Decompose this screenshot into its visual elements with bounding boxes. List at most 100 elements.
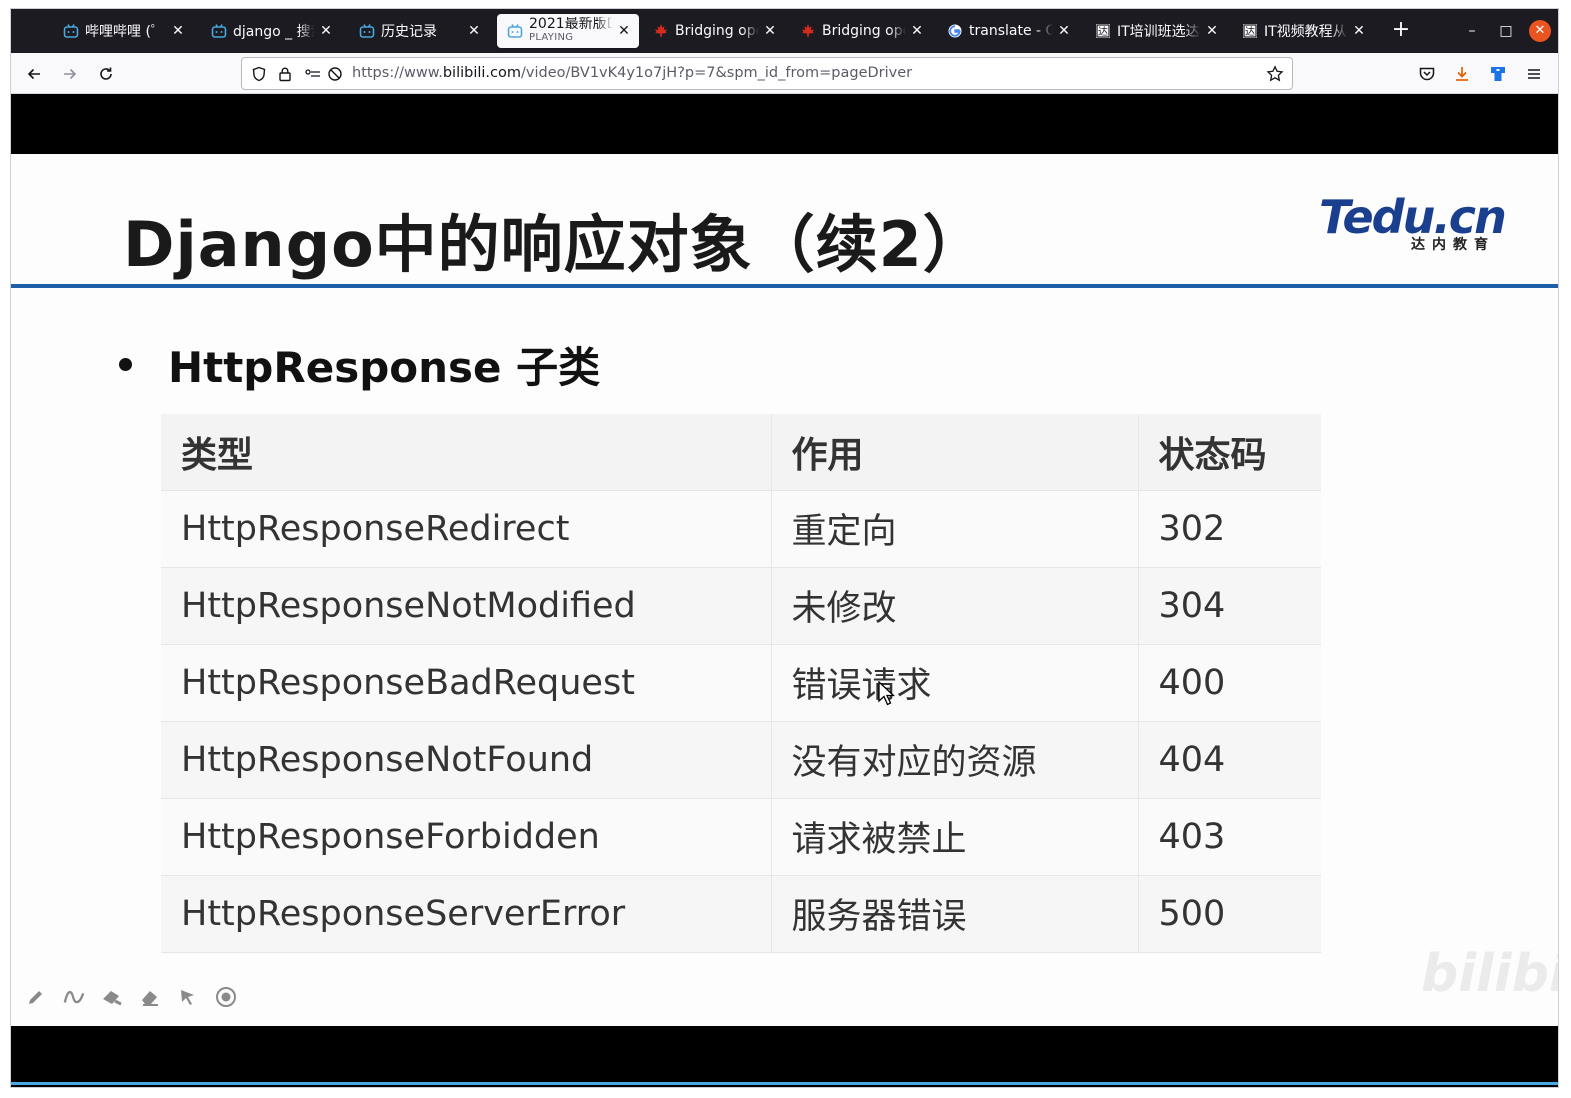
highlighter-icon[interactable] bbox=[101, 986, 123, 1008]
cell-purpose: 未修改 bbox=[770, 567, 1138, 645]
tab-video-playing[interactable]: 2021最新版Dj PLAYING ✕ bbox=[497, 14, 639, 48]
hamburger-menu-icon bbox=[1528, 69, 1540, 79]
table-row: HttpResponseBadRequest 错误请求 400 bbox=[161, 644, 1321, 722]
cell-purpose: 服务器错误 bbox=[770, 875, 1138, 953]
close-icon[interactable]: ✕ bbox=[763, 23, 777, 39]
response-subclass-table: 类型 作用 状态码 HttpResponseRedirect 重定向 302 H… bbox=[161, 414, 1321, 953]
lock-icon[interactable] bbox=[276, 65, 294, 83]
tab-bridging-1[interactable]: Bridging oper ✕ bbox=[643, 14, 785, 48]
title-divider bbox=[11, 284, 1558, 288]
playing-label: PLAYING bbox=[529, 32, 574, 43]
close-icon[interactable]: ✕ bbox=[617, 23, 631, 39]
bullet-dot bbox=[119, 358, 132, 371]
tab-bilibili-home[interactable]: 哔哩哔哩 (゜-゜ ✕ bbox=[53, 14, 193, 48]
annotation-toolbar bbox=[25, 986, 237, 1008]
forward-button[interactable] bbox=[57, 61, 83, 87]
pocket-button[interactable] bbox=[1414, 61, 1440, 87]
cell-status-code: 302 bbox=[1137, 490, 1321, 568]
slide-title: Django中的响应对象（续2） bbox=[123, 208, 986, 281]
bookmark-star-icon[interactable] bbox=[1266, 65, 1284, 83]
cell-type: HttpResponseNotModified bbox=[161, 567, 771, 645]
maximize-button[interactable]: □ bbox=[1495, 20, 1517, 42]
close-icon[interactable]: ✕ bbox=[1352, 23, 1366, 39]
close-icon[interactable]: ✕ bbox=[467, 23, 481, 39]
tab-bridging-2[interactable]: Bridging oper ✕ bbox=[790, 14, 932, 48]
close-icon[interactable]: ✕ bbox=[910, 23, 924, 39]
tedu-icon: 达 bbox=[1095, 23, 1111, 39]
navigation-bar: https://www.bilibili.com/video/BV1vK4y1o… bbox=[11, 53, 1558, 94]
cell-type: HttpResponseNotFound bbox=[161, 721, 771, 799]
cell-purpose: 重定向 bbox=[770, 490, 1138, 568]
column-header-status-code: 状态码 bbox=[1137, 414, 1321, 491]
cell-type: HttpResponseBadRequest bbox=[161, 644, 771, 722]
tab-tedu-2[interactable]: 达 IT视频教程从入 ✕ bbox=[1232, 14, 1374, 48]
bullet-text: HttpResponse 子类 bbox=[168, 343, 601, 392]
bullet-item: HttpResponse 子类 bbox=[119, 334, 600, 395]
menu-button[interactable] bbox=[1521, 61, 1547, 87]
back-button[interactable] bbox=[21, 61, 47, 87]
cell-type: HttpResponseRedirect bbox=[161, 490, 771, 568]
table-row: HttpResponseNotModified 未修改 304 bbox=[161, 567, 1321, 645]
cell-status-code: 403 bbox=[1137, 798, 1321, 876]
tedu-logo: Tedu.cn 达内教育 bbox=[1319, 190, 1507, 253]
close-icon[interactable]: ✕ bbox=[1057, 23, 1071, 39]
presentation-slide: Django中的响应对象（续2） Tedu.cn 达内教育 HttpRespon… bbox=[11, 154, 1558, 1026]
maple-leaf-icon bbox=[653, 23, 669, 39]
cell-status-code: 500 bbox=[1137, 875, 1321, 953]
table-row: HttpResponseRedirect 重定向 302 bbox=[161, 490, 1321, 568]
close-window-button[interactable]: ✕ bbox=[1529, 20, 1551, 42]
new-tab-button[interactable]: + bbox=[1389, 19, 1413, 43]
cell-status-code: 400 bbox=[1137, 644, 1321, 722]
bilibili-watermark: bilibili bbox=[1421, 944, 1558, 1004]
extension-icon bbox=[1491, 67, 1505, 81]
reload-icon bbox=[100, 67, 112, 80]
bilibili-icon bbox=[211, 23, 227, 39]
cell-status-code: 404 bbox=[1137, 721, 1321, 799]
forward-arrow-icon bbox=[64, 68, 77, 80]
reload-button[interactable] bbox=[93, 61, 119, 87]
table-row: HttpResponseForbidden 请求被禁止 403 bbox=[161, 798, 1321, 876]
video-progress-bar[interactable] bbox=[11, 1082, 1558, 1085]
bilibili-icon bbox=[359, 23, 375, 39]
url-text[interactable]: https://www.bilibili.com/video/BV1vK4y1o… bbox=[352, 65, 912, 81]
svg-text:达: 达 bbox=[1098, 26, 1108, 38]
cell-type: HttpResponseServerError bbox=[161, 875, 771, 953]
svg-text:达: 达 bbox=[1245, 26, 1255, 38]
download-icon bbox=[1456, 67, 1468, 81]
tab-tedu-1[interactable]: 达 IT培训班选达内 ✕ bbox=[1085, 14, 1227, 48]
shield-icon[interactable] bbox=[250, 65, 268, 83]
video-player[interactable]: Django中的响应对象（续2） Tedu.cn 达内教育 HttpRespon… bbox=[11, 94, 1558, 1087]
back-arrow-icon bbox=[27, 68, 40, 80]
pointer-icon[interactable] bbox=[177, 986, 199, 1008]
cell-purpose: 错误请求 bbox=[770, 644, 1138, 722]
close-icon[interactable]: ✕ bbox=[319, 23, 333, 39]
cell-type: HttpResponseForbidden bbox=[161, 798, 771, 876]
browser-window: 哔哩哔哩 (゜-゜ ✕ django _ 搜索 ✕ 历史记录 ✕ 2021最新版… bbox=[10, 8, 1559, 1088]
tedu-icon: 达 bbox=[1242, 23, 1258, 39]
tab-django-search[interactable]: django _ 搜索 ✕ bbox=[201, 14, 341, 48]
close-icon[interactable]: ✕ bbox=[171, 23, 185, 39]
record-icon[interactable] bbox=[215, 986, 237, 1008]
permissions-icon[interactable] bbox=[304, 65, 322, 83]
close-icon[interactable]: ✕ bbox=[1205, 23, 1219, 39]
pen-icon[interactable] bbox=[25, 986, 47, 1008]
extension-button[interactable] bbox=[1485, 61, 1511, 87]
tab-translate[interactable]: translate - Go ✕ bbox=[937, 14, 1079, 48]
autoplay-blocked-icon[interactable] bbox=[326, 65, 344, 83]
google-icon bbox=[947, 23, 963, 39]
eraser-icon[interactable] bbox=[139, 986, 161, 1008]
column-header-type: 类型 bbox=[161, 414, 771, 491]
address-bar[interactable]: https://www.bilibili.com/video/BV1vK4y1o… bbox=[241, 57, 1293, 90]
maple-leaf-icon bbox=[800, 23, 816, 39]
tab-history[interactable]: 历史记录 ✕ bbox=[349, 14, 489, 48]
table-row: HttpResponseNotFound 没有对应的资源 404 bbox=[161, 721, 1321, 799]
pocket-icon bbox=[1419, 67, 1435, 81]
curve-icon[interactable] bbox=[63, 986, 85, 1008]
column-header-purpose: 作用 bbox=[770, 414, 1138, 491]
cell-purpose: 没有对应的资源 bbox=[770, 721, 1138, 799]
downloads-button[interactable] bbox=[1449, 61, 1475, 87]
minimize-button[interactable]: – bbox=[1461, 20, 1483, 42]
table-header-row: 类型 作用 状态码 bbox=[161, 414, 1321, 491]
mouse-cursor-icon bbox=[878, 681, 896, 706]
bilibili-icon bbox=[507, 23, 523, 39]
